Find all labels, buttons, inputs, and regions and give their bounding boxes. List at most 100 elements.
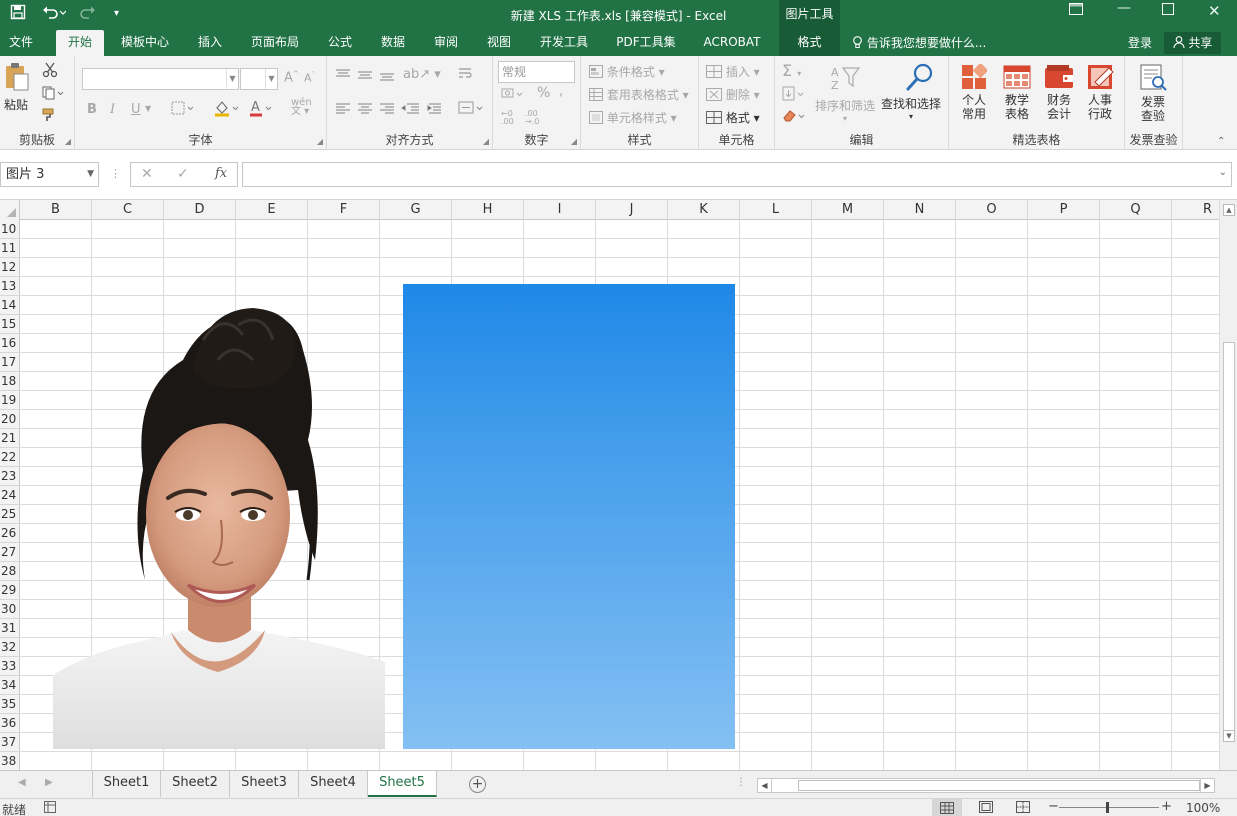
customize-quick-access-icon[interactable]: ▾ xyxy=(114,8,119,19)
column-header[interactable]: K xyxy=(668,200,740,220)
comma-style-icon[interactable]: , xyxy=(559,84,563,99)
tab-template-center[interactable]: 模板中心 xyxy=(113,30,177,56)
align-top-icon[interactable] xyxy=(335,68,397,85)
row-header[interactable]: 21 xyxy=(0,429,20,448)
cancel-icon[interactable]: ✕ xyxy=(141,166,153,182)
sheet-tab-sheet2[interactable]: Sheet2 xyxy=(161,771,230,797)
italic-button[interactable]: I xyxy=(110,102,115,117)
normal-view-icon[interactable] xyxy=(932,799,962,816)
sheet-tab-sheet3[interactable]: Sheet3 xyxy=(230,771,299,797)
column-header[interactable]: Q xyxy=(1100,200,1172,220)
row-header[interactable]: 26 xyxy=(0,524,20,543)
tab-view[interactable]: 视图 xyxy=(478,30,520,56)
fill-icon[interactable] xyxy=(782,86,808,105)
phonetic-icon[interactable]: wén 文 ▾ xyxy=(291,98,312,117)
vertical-scrollbar[interactable]: ▲ ▼ xyxy=(1219,200,1237,770)
row-header[interactable]: 27 xyxy=(0,543,20,562)
column-header[interactable]: G xyxy=(380,200,452,220)
font-size-combo[interactable]: ▼ xyxy=(240,68,278,90)
merge-center-icon[interactable] xyxy=(458,100,484,119)
copy-icon[interactable] xyxy=(42,86,64,103)
name-box[interactable]: 图片 3 ▼ xyxy=(0,162,99,187)
zoom-slider-thumb[interactable] xyxy=(1106,802,1109,813)
font-name-combo[interactable]: ▼ xyxy=(82,68,239,90)
tab-formulas[interactable]: 公式 xyxy=(319,30,361,56)
save-icon[interactable] xyxy=(10,4,26,24)
row-header[interactable]: 20 xyxy=(0,410,20,429)
next-sheet-icon[interactable]: ▶ xyxy=(45,777,53,788)
sort-filter-button[interactable]: AZ 排序和筛选 ▾ xyxy=(815,64,875,123)
percent-icon[interactable]: % xyxy=(537,85,550,101)
formula-input[interactable]: ⌄ xyxy=(242,162,1232,187)
login-link[interactable]: 登录 xyxy=(1128,30,1152,56)
row-header[interactable]: 17 xyxy=(0,353,20,372)
column-header[interactable]: L xyxy=(740,200,812,220)
orientation-icon[interactable]: ab↗ ▾ xyxy=(403,67,441,82)
column-header[interactable]: R xyxy=(1172,200,1219,220)
add-sheet-icon[interactable]: + xyxy=(469,776,486,793)
chevron-down-icon[interactable]: ▼ xyxy=(145,104,151,113)
row-header[interactable]: 22 xyxy=(0,448,20,467)
increase-decimal-icon[interactable]: ←0.00 xyxy=(501,110,514,126)
chevron-down-icon[interactable]: ▼ xyxy=(87,163,94,186)
increase-font-icon[interactable]: A^ xyxy=(284,70,299,85)
redo-icon[interactable] xyxy=(76,4,100,24)
blue-gradient-shape[interactable] xyxy=(403,284,735,749)
row-header[interactable]: 11 xyxy=(0,239,20,258)
wrap-text-icon[interactable] xyxy=(458,66,474,85)
format-cells-button[interactable]: 格式 ▾ xyxy=(706,109,760,126)
align-left-icon[interactable] xyxy=(335,102,445,119)
tell-me-box[interactable]: 告诉我您想要做什么... xyxy=(852,30,986,56)
collapse-ribbon-icon[interactable]: ⌃ xyxy=(1217,136,1225,147)
row-header[interactable]: 35 xyxy=(0,695,20,714)
select-all-button[interactable] xyxy=(0,200,20,220)
tab-acrobat[interactable]: ACROBAT xyxy=(696,30,768,56)
decrease-decimal-icon[interactable]: .00 →.0 xyxy=(525,110,539,126)
row-header[interactable]: 12 xyxy=(0,258,20,277)
close-icon[interactable]: ✕ xyxy=(1208,2,1221,20)
column-header[interactable]: N xyxy=(884,200,956,220)
finance-template-button[interactable]: 财务 会计 xyxy=(1043,64,1075,121)
row-header[interactable]: 34 xyxy=(0,676,20,695)
tab-pdf-tools[interactable]: PDF工具集 xyxy=(608,30,684,56)
alignment-launcher-icon[interactable]: ◢ xyxy=(483,137,489,146)
scroll-right-icon[interactable]: ▶ xyxy=(1200,779,1214,792)
number-launcher-icon[interactable]: ◢ xyxy=(571,137,577,146)
cut-icon[interactable] xyxy=(42,62,58,81)
cell-styles-button[interactable]: 单元格样式 ▾ xyxy=(589,109,677,126)
tab-format[interactable]: 格式 xyxy=(779,30,840,56)
horizontal-scrollbar[interactable]: ◀ ▶ xyxy=(757,778,1215,793)
minimize-icon[interactable]: — xyxy=(1117,0,1131,16)
drag-handle-icon[interactable]: ⋮ xyxy=(110,167,121,180)
row-header[interactable]: 24 xyxy=(0,486,20,505)
zoom-level[interactable]: 100% xyxy=(1186,801,1220,815)
column-header[interactable]: E xyxy=(236,200,308,220)
column-header[interactable]: I xyxy=(524,200,596,220)
accounting-format-icon[interactable] xyxy=(501,86,529,105)
column-header[interactable]: B xyxy=(20,200,92,220)
conditional-formatting-button[interactable]: 条件格式 ▾ xyxy=(589,63,665,80)
underline-button[interactable]: U xyxy=(131,102,141,117)
column-header[interactable]: P xyxy=(1028,200,1100,220)
row-header[interactable]: 14 xyxy=(0,296,20,315)
row-header[interactable]: 25 xyxy=(0,505,20,524)
clear-icon[interactable] xyxy=(782,109,808,126)
vertical-scroll-thumb[interactable] xyxy=(1223,342,1235,742)
font-launcher-icon[interactable]: ◢ xyxy=(317,137,323,146)
horizontal-scroll-thumb[interactable] xyxy=(798,780,1200,791)
column-header[interactable]: H xyxy=(452,200,524,220)
sheet-tab-sheet5[interactable]: Sheet5 xyxy=(368,771,437,797)
column-header[interactable]: M xyxy=(812,200,884,220)
sheet-tab-sheet1[interactable]: Sheet1 xyxy=(92,771,161,797)
row-header[interactable]: 28 xyxy=(0,562,20,581)
delete-cells-button[interactable]: 删除 ▾ xyxy=(706,86,760,103)
column-header[interactable]: O xyxy=(956,200,1028,220)
decrease-font-icon[interactable]: Aˇ xyxy=(304,71,315,85)
row-header[interactable]: 33 xyxy=(0,657,20,676)
row-header[interactable]: 19 xyxy=(0,391,20,410)
tab-data[interactable]: 数据 xyxy=(372,30,414,56)
insert-function-icon[interactable]: fx xyxy=(215,166,227,181)
row-header[interactable]: 37 xyxy=(0,733,20,752)
scroll-left-icon[interactable]: ◀ xyxy=(758,779,772,792)
column-header[interactable]: F xyxy=(308,200,380,220)
